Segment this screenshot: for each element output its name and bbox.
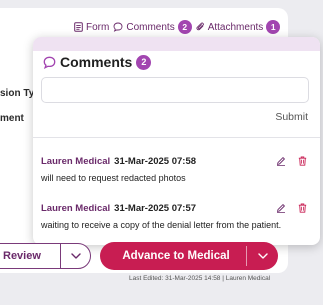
header-links: Form Comments 2 Attachments 1 <box>74 20 281 34</box>
comment-timestamp: 31-Mar-2025 07:58 <box>114 155 197 167</box>
screen: sion Ty ment Form Comments 2 Attachments… <box>0 0 323 305</box>
comments-count-badge: 2 <box>177 20 192 34</box>
form-link[interactable]: Form <box>74 22 109 33</box>
field-label-partial: sion Ty <box>0 88 35 99</box>
comment-author: Lauren Medical <box>41 202 111 214</box>
trash-icon[interactable] <box>298 203 307 213</box>
comment-item: Lauren Medical 31-Mar-2025 07:58 will ne… <box>41 155 311 183</box>
popover-count-badge: 2 <box>136 54 152 70</box>
paperclip-icon <box>196 22 205 32</box>
chevron-down-icon <box>257 253 268 259</box>
attachments-link-label: Attachments <box>207 21 264 33</box>
comment-text: waiting to receive a copy of the denial … <box>41 220 282 230</box>
submit-button[interactable]: Submit <box>275 111 308 123</box>
advance-dropdown-toggle[interactable] <box>246 246 278 266</box>
comment-input[interactable] <box>41 77 309 103</box>
trash-icon[interactable] <box>298 156 307 166</box>
comment-item: Lauren Medical 31-Mar-2025 07:57 waiting… <box>41 202 311 230</box>
advance-button-label: Advance to Medical <box>122 250 230 262</box>
popover-title: Comments 2 <box>43 54 152 70</box>
speech-bubble-icon <box>43 56 56 69</box>
comments-link-label: Comments <box>126 21 175 33</box>
review-button[interactable]: Review <box>0 243 91 269</box>
form-link-label: Form <box>86 21 110 33</box>
advance-to-medical-button[interactable]: Advance to Medical <box>100 242 278 270</box>
field-label-partial: ment <box>0 113 24 124</box>
last-edited-text: Last Edited: 31-Mar-2025 14:58 | Lauren … <box>129 275 271 282</box>
popover-header-band <box>33 37 320 51</box>
comment-text: will need to request redacted photos <box>41 173 186 183</box>
edit-pencil-icon[interactable] <box>276 203 286 213</box>
comments-popover: Comments 2 Submit Lauren Medical 31-Mar-… <box>33 37 320 245</box>
comment-author: Lauren Medical <box>41 155 111 167</box>
comment-timestamp: 31-Mar-2025 07:57 <box>114 202 197 214</box>
chevron-down-icon <box>70 253 81 259</box>
document-icon <box>74 22 83 32</box>
popover-title-label: Comments <box>60 54 133 70</box>
comments-link[interactable]: Comments 2 <box>113 20 192 34</box>
speech-bubble-icon <box>113 22 123 32</box>
divider <box>33 137 320 138</box>
edit-pencil-icon[interactable] <box>276 156 286 166</box>
review-button-label: Review <box>3 250 41 262</box>
attachments-count-badge: 1 <box>266 20 281 34</box>
review-dropdown-toggle[interactable] <box>60 244 90 268</box>
attachments-link[interactable]: Attachments 1 <box>196 20 281 34</box>
